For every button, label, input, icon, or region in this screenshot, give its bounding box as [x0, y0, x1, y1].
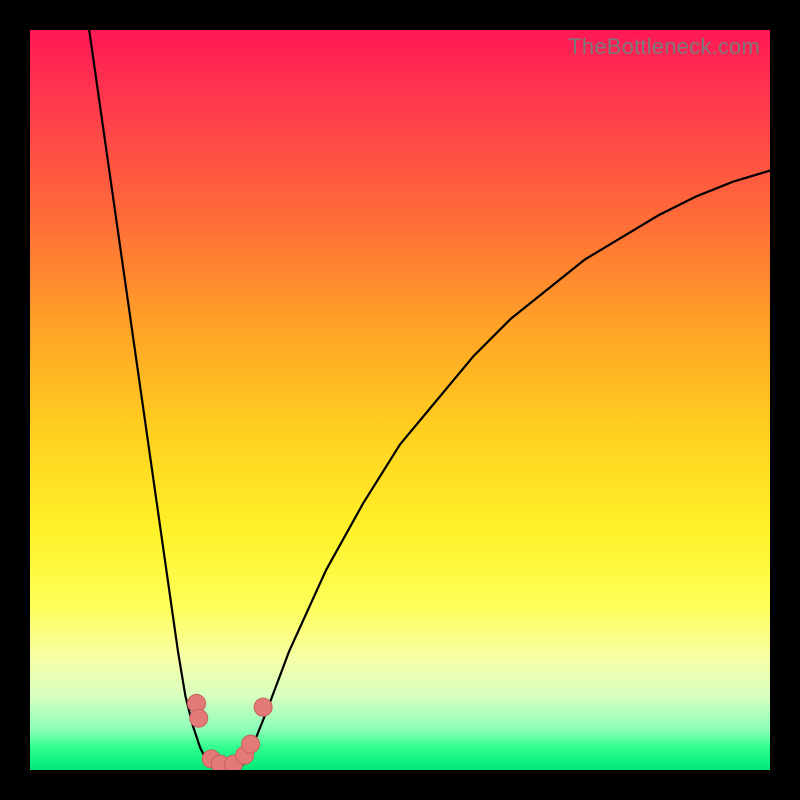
series-group	[89, 30, 770, 770]
chart-svg	[30, 30, 770, 770]
plot-area: TheBottleneck.com	[30, 30, 770, 770]
data-marker	[190, 709, 208, 727]
data-marker	[254, 698, 272, 716]
chart-container: TheBottleneck.com	[0, 0, 800, 800]
curve-right-branch	[237, 171, 770, 770]
curve-left-branch	[89, 30, 215, 770]
data-marker	[242, 735, 260, 753]
